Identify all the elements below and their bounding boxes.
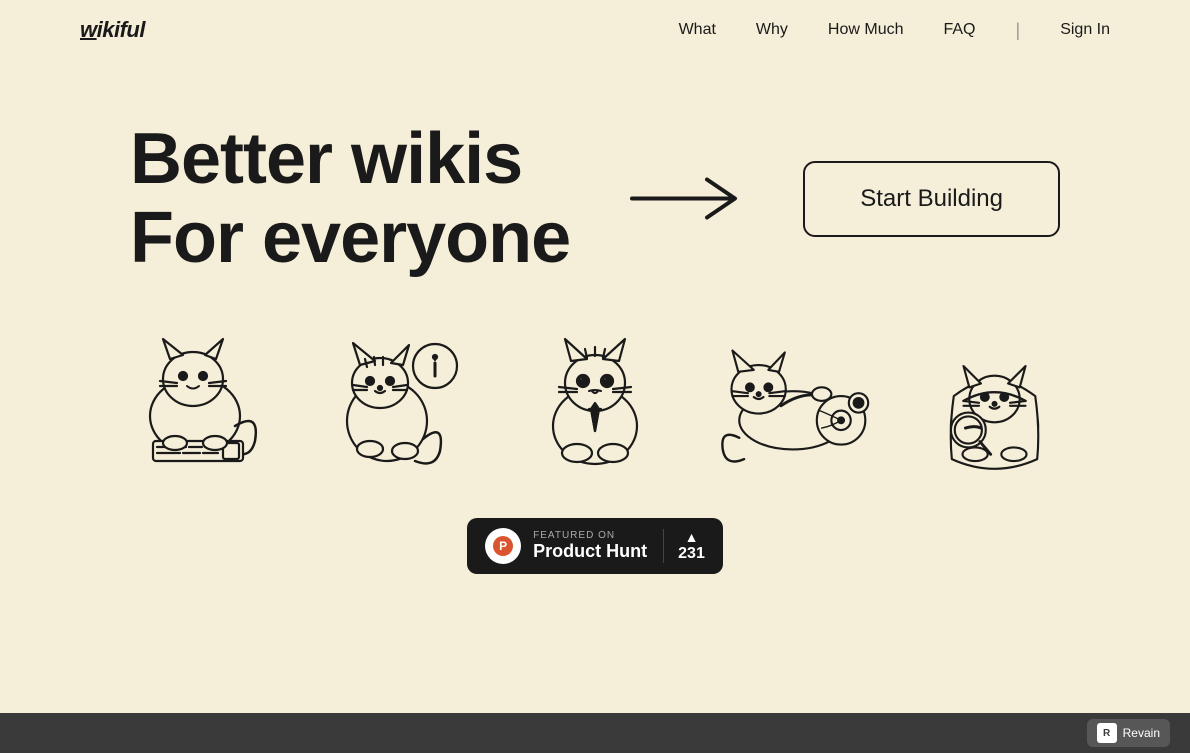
logo[interactable]: wikiful — [80, 17, 145, 43]
cat-illustration-2 — [310, 318, 480, 478]
ph-logo-p: P — [493, 536, 513, 556]
revain-badge[interactable]: R Revain — [1087, 719, 1170, 747]
cat-illustration-5 — [910, 318, 1080, 478]
hero-text: Better wikis For everyone — [130, 120, 570, 278]
arrow-icon — [627, 169, 747, 229]
hero-arrow-container — [570, 169, 803, 229]
navbar: wikiful What Why How Much FAQ | Sign In — [0, 0, 1190, 60]
cat-illustration-1 — [110, 318, 280, 478]
cat-illustration-3 — [510, 318, 680, 478]
nav-item-why[interactable]: Why — [756, 21, 788, 38]
hero-title: Better wikis For everyone — [130, 120, 570, 278]
nav-item-what[interactable]: What — [679, 21, 716, 38]
revain-label: Revain — [1123, 726, 1160, 740]
cats-section — [0, 278, 1190, 498]
ph-logo-icon: P — [485, 528, 521, 564]
nav-item-faq[interactable]: FAQ — [943, 21, 975, 38]
ph-text-block: FEATURED ON Product Hunt — [533, 530, 647, 562]
ph-featured-label: FEATURED ON — [533, 530, 647, 541]
nav-separator: | — [1016, 20, 1021, 40]
revain-logo-icon: R — [1097, 723, 1117, 743]
ph-upvote-icon: ▲ — [685, 529, 699, 545]
start-building-button[interactable]: Start Building — [803, 161, 1060, 237]
cat-illustration-4 — [710, 318, 880, 478]
sign-in-link[interactable]: Sign In — [1060, 21, 1110, 38]
nav-links: What Why How Much FAQ | Sign In — [679, 20, 1110, 41]
ph-name-label: Product Hunt — [533, 541, 647, 562]
hero-section: Better wikis For everyone Start Building — [0, 60, 1190, 278]
product-hunt-section: P FEATURED ON Product Hunt ▲ 231 — [0, 498, 1190, 594]
ph-vote-count: 231 — [678, 545, 705, 563]
ph-votes-block: ▲ 231 — [663, 529, 705, 563]
nav-item-how-much[interactable]: How Much — [828, 21, 904, 38]
footer-bar: R Revain — [0, 713, 1190, 753]
product-hunt-badge[interactable]: P FEATURED ON Product Hunt ▲ 231 — [467, 518, 723, 574]
